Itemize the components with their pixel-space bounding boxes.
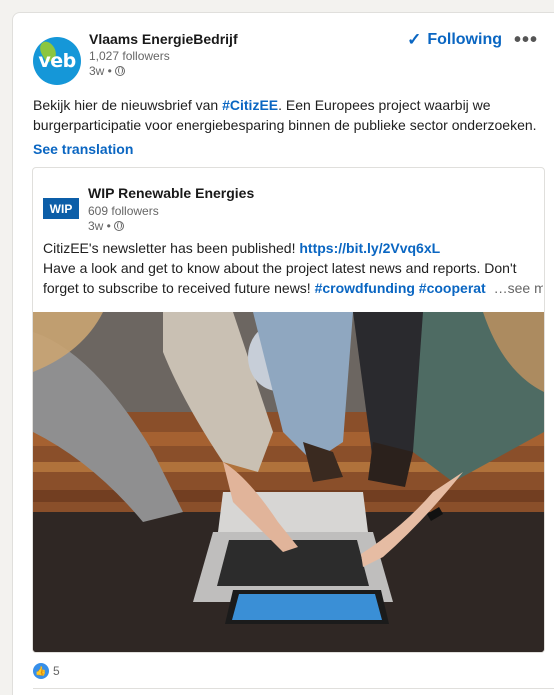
- like-icon: 👍: [33, 663, 49, 679]
- post-header: veb Vlaams EnergieBedrijf 1,027 follower…: [33, 29, 554, 87]
- post-time-label: 3w •: [89, 64, 112, 78]
- feed-post-card: veb Vlaams EnergieBedrijf 1,027 follower…: [12, 12, 554, 695]
- following-button[interactable]: ✓ Following: [407, 29, 502, 51]
- see-translation-link[interactable]: See translation: [33, 141, 133, 157]
- author-name[interactable]: Vlaams EnergieBedrijf: [89, 31, 238, 47]
- company-logo-wip[interactable]: WIP: [43, 183, 79, 219]
- shared-line3-text: forget to subscribe to received future n…: [43, 280, 315, 296]
- see-more-link[interactable]: …see more: [494, 280, 543, 296]
- shared-text-line-1: CitizEE's newsletter has been published!…: [43, 238, 543, 258]
- globe-icon: [114, 66, 125, 76]
- hashtag-link[interactable]: #CitizEE: [222, 97, 278, 113]
- following-label: Following: [427, 31, 502, 48]
- post-image-illustration: [33, 312, 544, 652]
- hashtag-links[interactable]: #crowdfunding #cooperat: [315, 280, 486, 296]
- reaction-count: 5: [53, 664, 60, 678]
- shared-author-followers: 609 followers: [88, 204, 159, 218]
- check-icon: ✓: [407, 30, 422, 49]
- post-text-part1: Bekijk hier de nieuwsbrief van: [33, 97, 223, 113]
- shared-text-line-2: Have a look and get to know about the pr…: [43, 260, 517, 276]
- post-image[interactable]: [33, 312, 544, 652]
- reactions-summary[interactable]: 👍 5: [33, 663, 60, 679]
- newsletter-link[interactable]: https://bit.ly/2Vvq6xL: [299, 240, 440, 256]
- shared-line1-text: CitizEE's newsletter has been published!: [43, 240, 300, 256]
- shared-post-time-label: 3w •: [88, 219, 111, 233]
- tablet-screen: [232, 594, 382, 620]
- company-logo-veb[interactable]: veb: [33, 37, 81, 85]
- post-text: Bekijk hier de nieuwsbrief van #CitizEE.…: [33, 95, 543, 135]
- shared-author-name[interactable]: WIP Renewable Energies: [88, 185, 254, 201]
- globe-icon: [113, 221, 124, 231]
- shared-post-time: 3w •: [88, 219, 124, 233]
- shared-post[interactable]: WIP WIP Renewable Energies 609 followers…: [32, 167, 545, 653]
- shared-text-line-3: forget to subscribe to received future n…: [43, 278, 543, 298]
- author-followers: 1,027 followers: [89, 49, 170, 63]
- divider: [33, 688, 554, 689]
- post-time: 3w •: [89, 64, 125, 78]
- wip-logo-text: WIP: [49, 202, 73, 216]
- more-options-button[interactable]: •••: [512, 29, 540, 51]
- shared-post-text: CitizEE's newsletter has been published!…: [43, 238, 543, 298]
- logo-text: veb: [38, 50, 76, 72]
